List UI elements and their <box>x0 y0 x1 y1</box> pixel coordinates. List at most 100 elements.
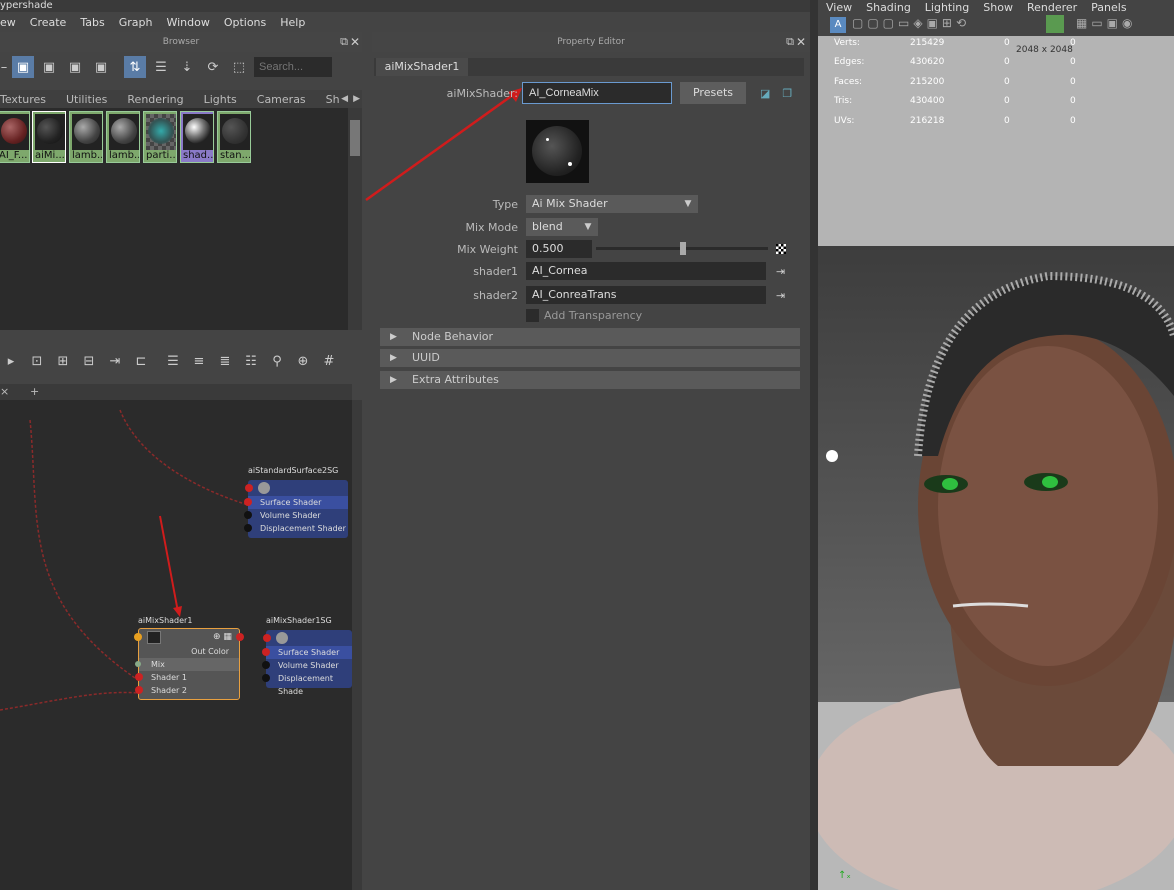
viewport[interactable]: View Shading Lighting Show Renderer Pane… <box>818 0 1174 890</box>
frame-icon[interactable]: ⬚ <box>228 56 250 78</box>
menu-window[interactable]: Window <box>166 16 209 29</box>
tab-lights[interactable]: Lights <box>204 93 237 106</box>
chevron-down-icon[interactable]: ▼ <box>578 218 598 236</box>
view-icon[interactable]: ▣ <box>12 56 34 78</box>
shader2-field[interactable]: AI_ConreaTrans <box>526 286 766 304</box>
graph-tool-icon[interactable]: ⊟ <box>78 350 100 372</box>
mixmode-dropdown[interactable]: blend <box>526 218 578 236</box>
chevron-down-icon[interactable]: ▼ <box>678 195 698 213</box>
graph-tool-icon[interactable]: ⊡ <box>26 350 48 372</box>
node-port-row[interactable]: Displacement Shade <box>262 672 352 696</box>
tab-left-arrow-icon[interactable]: ◀ <box>341 94 348 104</box>
node-port-row[interactable]: Mix <box>135 658 239 671</box>
vp-menu-show[interactable]: Show <box>983 1 1013 14</box>
focus-icon[interactable]: ◪ <box>760 87 770 100</box>
view4-icon[interactable]: ▣ <box>90 56 112 78</box>
close-icon[interactable]: ✕ <box>350 35 360 49</box>
browser-search-input[interactable] <box>254 57 332 77</box>
swatch[interactable]: lamb... <box>69 111 103 163</box>
tab-sh[interactable]: Sh <box>326 93 340 106</box>
panel-divider[interactable] <box>810 0 818 890</box>
display-mode-icons[interactable]: ▦▭▣◉ <box>1076 16 1136 30</box>
vp-menu-shading[interactable]: Shading <box>866 1 911 14</box>
swatch[interactable]: lamb... <box>106 111 140 163</box>
sort-az-icon[interactable]: ⇅ <box>124 56 146 78</box>
vp-menu-view[interactable]: View <box>826 1 852 14</box>
menu-view[interactable]: ew <box>0 16 16 29</box>
graph-tool-icon[interactable]: ▸ <box>0 350 22 372</box>
minus-icon[interactable]: – <box>0 56 8 78</box>
swatch[interactable]: AI_F... <box>0 111 30 163</box>
presets-button[interactable]: Presets <box>680 82 746 104</box>
shader2-row: shader2 AI_ConreaTrans ⇥ <box>420 286 785 304</box>
swatch[interactable]: shad... <box>180 111 214 163</box>
menu-options[interactable]: Options <box>224 16 266 29</box>
menu-tabs[interactable]: Tabs <box>80 16 104 29</box>
graph-tool-icon[interactable]: ⇥ <box>104 350 126 372</box>
add-transparency-checkbox[interactable] <box>526 309 539 322</box>
graph-tool-icon[interactable]: ⊞ <box>52 350 74 372</box>
shader-name-input[interactable] <box>522 82 672 104</box>
graph-tab-add-icon[interactable]: + <box>30 385 39 398</box>
node-graph[interactable]: aiStandardSurface2SG Surface Shader Volu… <box>0 400 352 890</box>
refresh-icon[interactable]: ⟳ <box>202 56 224 78</box>
browser-scrollbar[interactable] <box>348 108 362 330</box>
node-port-row[interactable]: Surface Shader <box>262 646 352 659</box>
input-connection-icon[interactable]: ⇥ <box>776 289 785 302</box>
vp-menu-panels[interactable]: Panels <box>1091 1 1126 14</box>
type-dropdown[interactable]: Ai Mix Shader <box>526 195 678 213</box>
node-port-row[interactable]: Volume Shader <box>262 659 352 672</box>
menu-graph[interactable]: Graph <box>119 16 153 29</box>
node-port-row[interactable]: Shader 2 <box>135 684 239 697</box>
layout-icon[interactable]: ☷ <box>240 350 262 372</box>
tab-utilities[interactable]: Utilities <box>66 93 107 106</box>
mixweight-slider[interactable] <box>596 240 768 258</box>
sg-node-standard[interactable]: aiStandardSurface2SG Surface Shader Volu… <box>244 466 348 538</box>
highlight-tool-icon[interactable] <box>1046 15 1064 33</box>
sort-time-icon[interactable]: ⇣ <box>176 56 198 78</box>
layout-icon[interactable]: ≡ <box>188 350 210 372</box>
grid-icon[interactable]: # <box>318 350 340 372</box>
menu-create[interactable]: Create <box>30 16 67 29</box>
float-icon[interactable]: ⧉ <box>340 35 348 49</box>
sg-node-mix[interactable]: aiMixShader1SG Surface Shader Volume Sha… <box>262 616 352 696</box>
layout-icon[interactable]: ☰ <box>162 350 184 372</box>
search-icon[interactable]: ⚲ <box>266 350 288 372</box>
section-extra-attributes[interactable]: ▶ Extra Attributes <box>380 371 800 389</box>
node-port-row[interactable]: Shader 1 <box>135 671 239 684</box>
section-uuid[interactable]: ▶ UUID <box>380 349 800 367</box>
tab-rendering[interactable]: Rendering <box>127 93 183 106</box>
node-port-row[interactable]: Volume Shader <box>244 509 348 522</box>
mixweight-input[interactable]: 0.500 <box>526 240 592 258</box>
node-port-row[interactable]: Displacement Shader <box>244 522 348 535</box>
mix-shader-node[interactable]: aiMixShader1 ⊕ ▦ Out Color Mix Shader 1 … <box>134 616 244 700</box>
view2-icon[interactable]: ▣ <box>38 56 60 78</box>
node-port-row[interactable]: Surface Shader <box>244 496 348 509</box>
sort-type-icon[interactable]: ☰ <box>150 56 172 78</box>
tab-cameras[interactable]: Cameras <box>257 93 306 106</box>
a-icon[interactable]: A <box>830 17 846 33</box>
map-button-icon[interactable] <box>776 244 786 254</box>
view3-icon[interactable]: ▣ <box>64 56 86 78</box>
swatch[interactable]: aiMi... <box>32 111 66 163</box>
tab-aimixshader1[interactable]: aiMixShader1 <box>376 58 468 76</box>
tab-textures[interactable]: Textures <box>0 93 46 106</box>
menu-help[interactable]: Help <box>280 16 305 29</box>
close-icon[interactable]: ✕ <box>796 35 806 49</box>
graph-tool-icon[interactable]: ⊏ <box>130 350 152 372</box>
layout-icon[interactable]: ≣ <box>214 350 236 372</box>
graph-tab-close-icon[interactable]: × <box>0 385 9 398</box>
graph-tool-icon[interactable]: ⊕ <box>292 350 314 372</box>
viewport-tool-icons[interactable]: ▢▢▢▭◈▣⊞⟲ <box>852 16 970 30</box>
swatch[interactable]: stan... <box>217 111 251 163</box>
graph-scrollbar[interactable] <box>352 400 362 890</box>
copy-tab-icon[interactable]: ❐ <box>782 87 792 100</box>
section-node-behavior[interactable]: ▶ Node Behavior <box>380 328 800 346</box>
vp-menu-renderer[interactable]: Renderer <box>1027 1 1077 14</box>
shader1-field[interactable]: AI_Cornea <box>526 262 766 280</box>
vp-menu-lighting[interactable]: Lighting <box>925 1 969 14</box>
swatch[interactable]: parti... <box>143 111 177 163</box>
tab-right-arrow-icon[interactable]: ▶ <box>353 94 360 104</box>
float-icon[interactable]: ⧉ <box>786 35 794 49</box>
input-connection-icon[interactable]: ⇥ <box>776 265 785 278</box>
